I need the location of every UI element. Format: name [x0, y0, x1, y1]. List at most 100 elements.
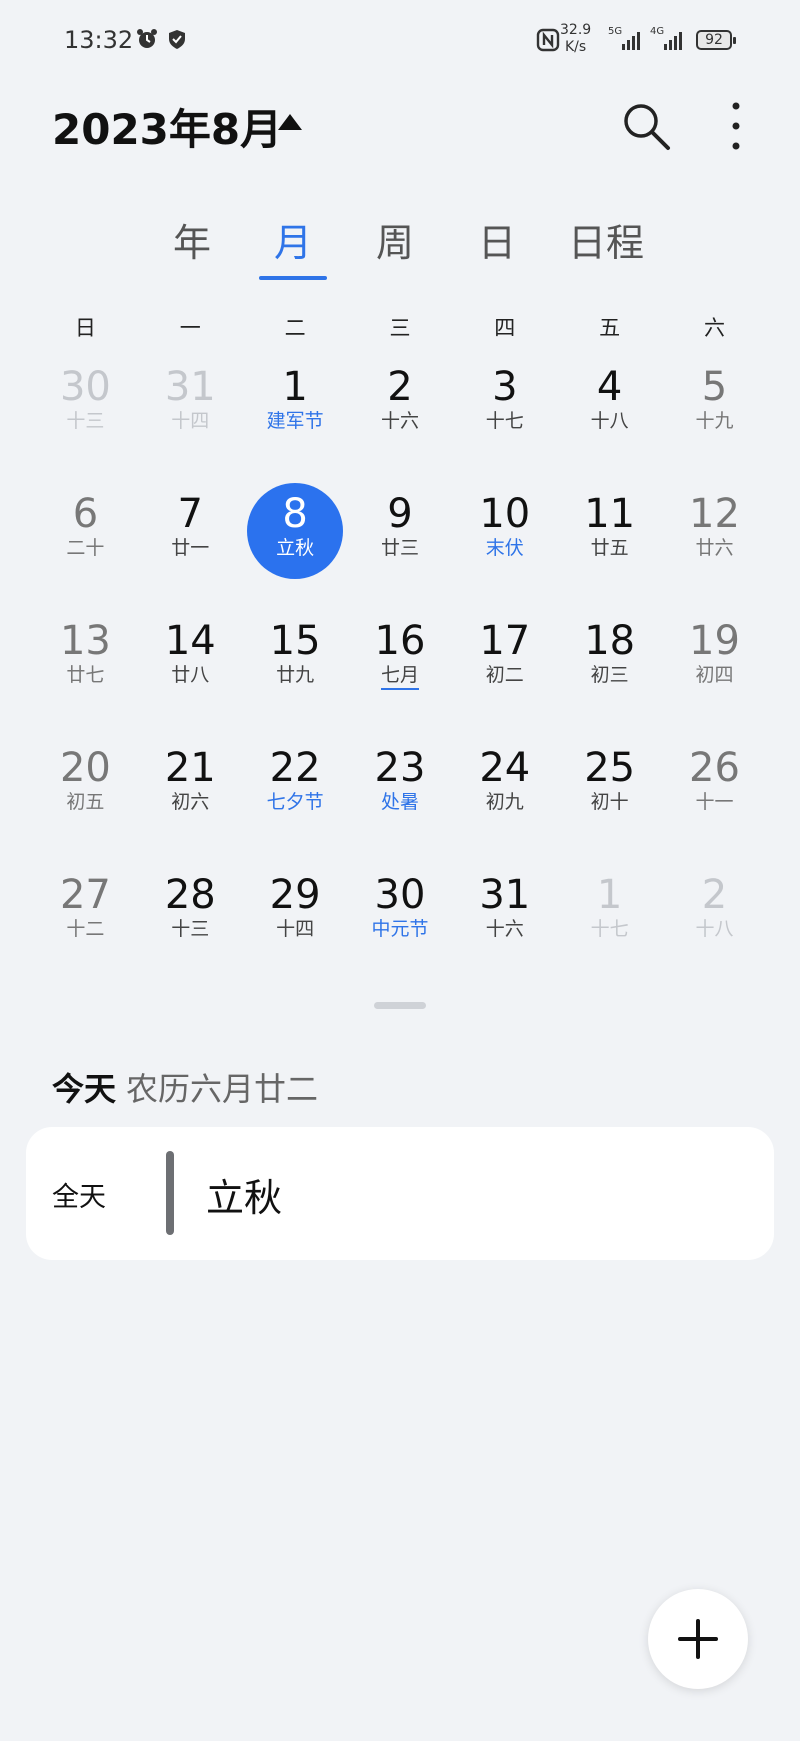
day-number: 8 — [282, 491, 308, 537]
lunar-date-label: 初六 — [171, 791, 210, 813]
tab-day[interactable]: 日 — [478, 212, 516, 267]
status-bar: 13:32 32.9 K/s 5G 4G 92 — [0, 0, 800, 84]
lunar-date-label: 十四 — [276, 918, 315, 940]
calendar-day[interactable]: 17 初二 — [452, 604, 557, 731]
day-cell-content: 18 初三 — [562, 610, 658, 706]
day-cell-content: 31 十四 — [142, 356, 238, 452]
calendar-day[interactable]: 6 二十 — [33, 477, 138, 604]
month-picker-caret-icon[interactable] — [278, 114, 302, 130]
calendar-week-row: 30 十三 31 十四 1 建军节 2 十六 3 十七 4 十八 5 十九 — [33, 350, 767, 477]
day-number: 1 — [282, 364, 308, 410]
calendar-day[interactable]: 28 十三 — [138, 858, 243, 985]
calendar-day[interactable]: 22 七夕节 — [243, 731, 348, 858]
calendar-day[interactable]: 3 十七 — [452, 350, 557, 477]
more-vertical-icon[interactable] — [722, 100, 750, 152]
calendar-day[interactable]: 24 初九 — [452, 731, 557, 858]
plus-icon-vertical — [696, 1619, 700, 1659]
calendar-day[interactable]: 30 十三 — [33, 350, 138, 477]
day-number: 27 — [59, 872, 111, 918]
event-card[interactable]: 全天 立秋 — [26, 1127, 774, 1260]
signal-bars-5g-icon — [622, 30, 640, 50]
calendar-day[interactable]: 20 初五 — [33, 731, 138, 858]
tab-year[interactable]: 年 — [173, 212, 211, 267]
calendar-day[interactable]: 26 十一 — [662, 731, 767, 858]
day-cell-content: 19 初四 — [666, 610, 762, 706]
drag-handle[interactable] — [374, 1002, 426, 1009]
calendar-day[interactable]: 15 廿九 — [243, 604, 348, 731]
calendar-day[interactable]: 14 廿八 — [138, 604, 243, 731]
lunar-date-label: 十八 — [590, 410, 629, 432]
calendar-day[interactable]: 7 廿一 — [138, 477, 243, 604]
calendar-day[interactable]: 31 十四 — [138, 350, 243, 477]
calendar-day[interactable]: 25 初十 — [557, 731, 662, 858]
calendar-day[interactable]: 9 廿三 — [348, 477, 453, 604]
lunar-date-label: 十二 — [66, 918, 105, 940]
day-cell-content: 6 二十 — [37, 483, 133, 579]
calendar-day[interactable]: 16 七月 — [348, 604, 453, 731]
day-number: 22 — [269, 745, 321, 791]
lunar-date-label: 初五 — [66, 791, 105, 813]
day-number: 24 — [479, 745, 531, 791]
lunar-date-label: 十八 — [695, 918, 734, 940]
calendar-day[interactable]: 21 初六 — [138, 731, 243, 858]
calendar-day[interactable]: 11 廿五 — [557, 477, 662, 604]
day-cell-content: 25 初十 — [562, 737, 658, 833]
calendar-day[interactable]: 1 建军节 — [243, 350, 348, 477]
add-event-button[interactable] — [648, 1589, 748, 1689]
calendar-day[interactable]: 31 十六 — [452, 858, 557, 985]
lunar-date-label: 十七 — [485, 410, 524, 432]
heart-shield-icon — [169, 30, 185, 49]
day-cell-content: 10 末伏 — [457, 483, 553, 579]
calendar-week-row: 6 二十 7 廿一 8 立秋 9 廿三 10 末伏 11 廿五 12 廿六 — [33, 477, 767, 604]
calendar-day[interactable]: 5 十九 — [662, 350, 767, 477]
lunar-date-label: 十四 — [171, 410, 210, 432]
calendar-week-row: 27 十二 28 十三 29 十四 30 中元节 31 十六 1 十七 2 十八 — [33, 858, 767, 985]
calendar-day[interactable]: 4 十八 — [557, 350, 662, 477]
calendar-day-today[interactable]: 8 立秋 — [243, 477, 348, 604]
day-cell-content: 30 十三 — [37, 356, 133, 452]
day-cell-content: 1 建军节 — [247, 356, 343, 452]
month-title[interactable]: 2023年8月 — [52, 96, 282, 157]
today-label: 今天 — [52, 1070, 117, 1108]
day-number: 18 — [584, 618, 636, 664]
calendar-day[interactable]: 18 初三 — [557, 604, 662, 731]
day-cell-content: 2 十六 — [352, 356, 448, 452]
lunar-date-label: 十三 — [171, 918, 210, 940]
today-lunar-date: 农历六月廿二 — [126, 1070, 319, 1108]
weekday-label: 二 — [284, 316, 306, 340]
lunar-date-label: 廿五 — [590, 537, 629, 559]
tab-month[interactable]: 月 — [274, 212, 312, 267]
calendar-day[interactable]: 2 十六 — [348, 350, 453, 477]
day-number: 7 — [177, 491, 203, 537]
lunar-date-label: 初四 — [695, 664, 734, 686]
weekday-label: 四 — [494, 316, 516, 340]
lunar-date-label: 十九 — [695, 410, 734, 432]
calendar-day[interactable]: 1 十七 — [557, 858, 662, 985]
calendar-day[interactable]: 29 十四 — [243, 858, 348, 985]
calendar-day[interactable]: 27 十二 — [33, 858, 138, 985]
day-cell-content: 12 廿六 — [666, 483, 762, 579]
lunar-date-label: 立秋 — [276, 537, 315, 559]
today-summary: 今天 农历六月廿二 — [52, 1064, 318, 1110]
calendar-day[interactable]: 12 廿六 — [662, 477, 767, 604]
battery-indicator: 92 — [696, 30, 736, 50]
day-number: 2 — [387, 364, 413, 410]
calendar-day[interactable]: 30 中元节 — [348, 858, 453, 985]
day-number: 25 — [584, 745, 636, 791]
day-number: 31 — [479, 872, 531, 918]
day-number: 10 — [479, 491, 531, 537]
calendar-day[interactable]: 19 初四 — [662, 604, 767, 731]
tab-week[interactable]: 周 — [376, 212, 414, 267]
search-icon[interactable] — [620, 100, 672, 152]
day-cell-content: 9 廿三 — [352, 483, 448, 579]
day-cell-content: 7 廿一 — [142, 483, 238, 579]
day-number: 26 — [689, 745, 740, 791]
calendar-day[interactable]: 23 处暑 — [348, 731, 453, 858]
speed-unit: K/s — [564, 39, 587, 55]
calendar-day[interactable]: 13 廿七 — [33, 604, 138, 731]
tab-agenda[interactable]: 日程 — [568, 212, 644, 267]
calendar-day[interactable]: 10 末伏 — [452, 477, 557, 604]
day-number: 3 — [492, 364, 518, 410]
calendar-day[interactable]: 2 十八 — [662, 858, 767, 985]
lunar-date-label: 廿七 — [66, 664, 105, 686]
